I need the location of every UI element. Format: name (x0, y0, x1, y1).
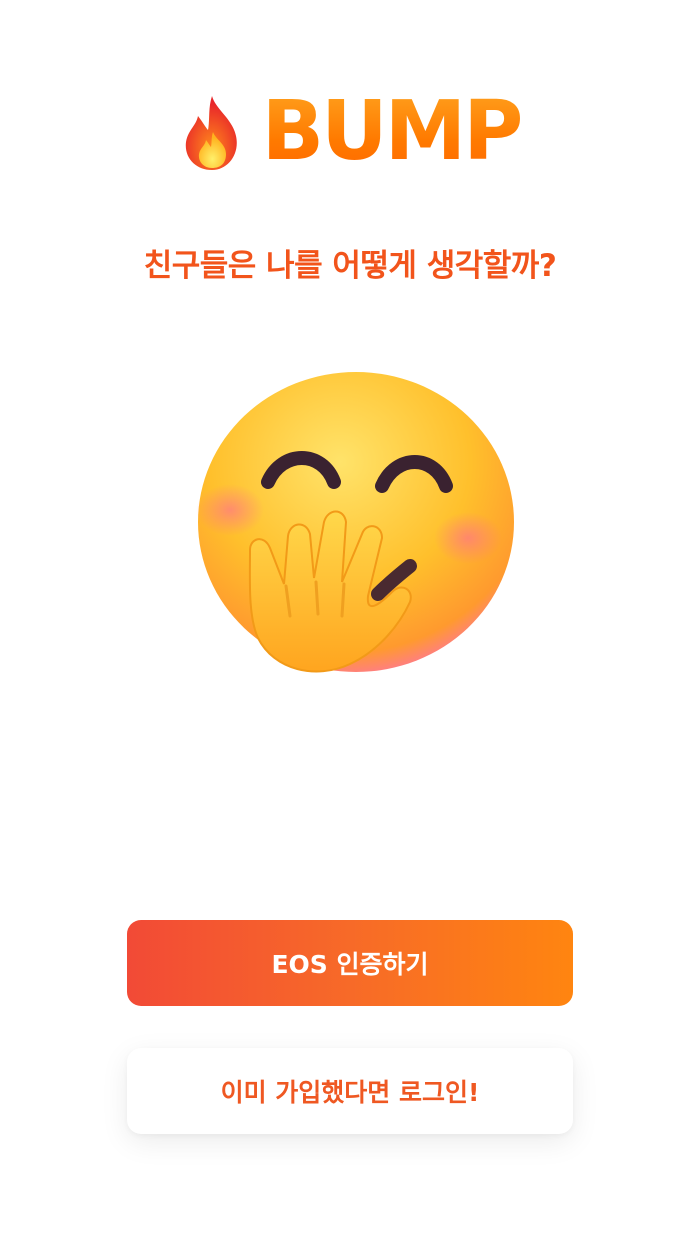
hand-over-mouth-emoji (190, 370, 520, 690)
brand-name: BUMP (261, 84, 524, 179)
page-title: 친구들은 나를 어떻게 생각할까? (143, 248, 557, 284)
brand-logo: BUMP (0, 82, 700, 182)
onboarding-screen: BUMP 친구들은 나를 어떻게 생각할까? EOS 인증하기 이미 가입했다면… (0, 0, 700, 1244)
fire-icon (185, 96, 237, 170)
login-button[interactable]: 이미 가입했다면 로그인! (127, 1048, 573, 1134)
face-illustration-icon (196, 372, 514, 673)
eos-verify-button[interactable]: EOS 인증하기 (127, 920, 573, 1006)
